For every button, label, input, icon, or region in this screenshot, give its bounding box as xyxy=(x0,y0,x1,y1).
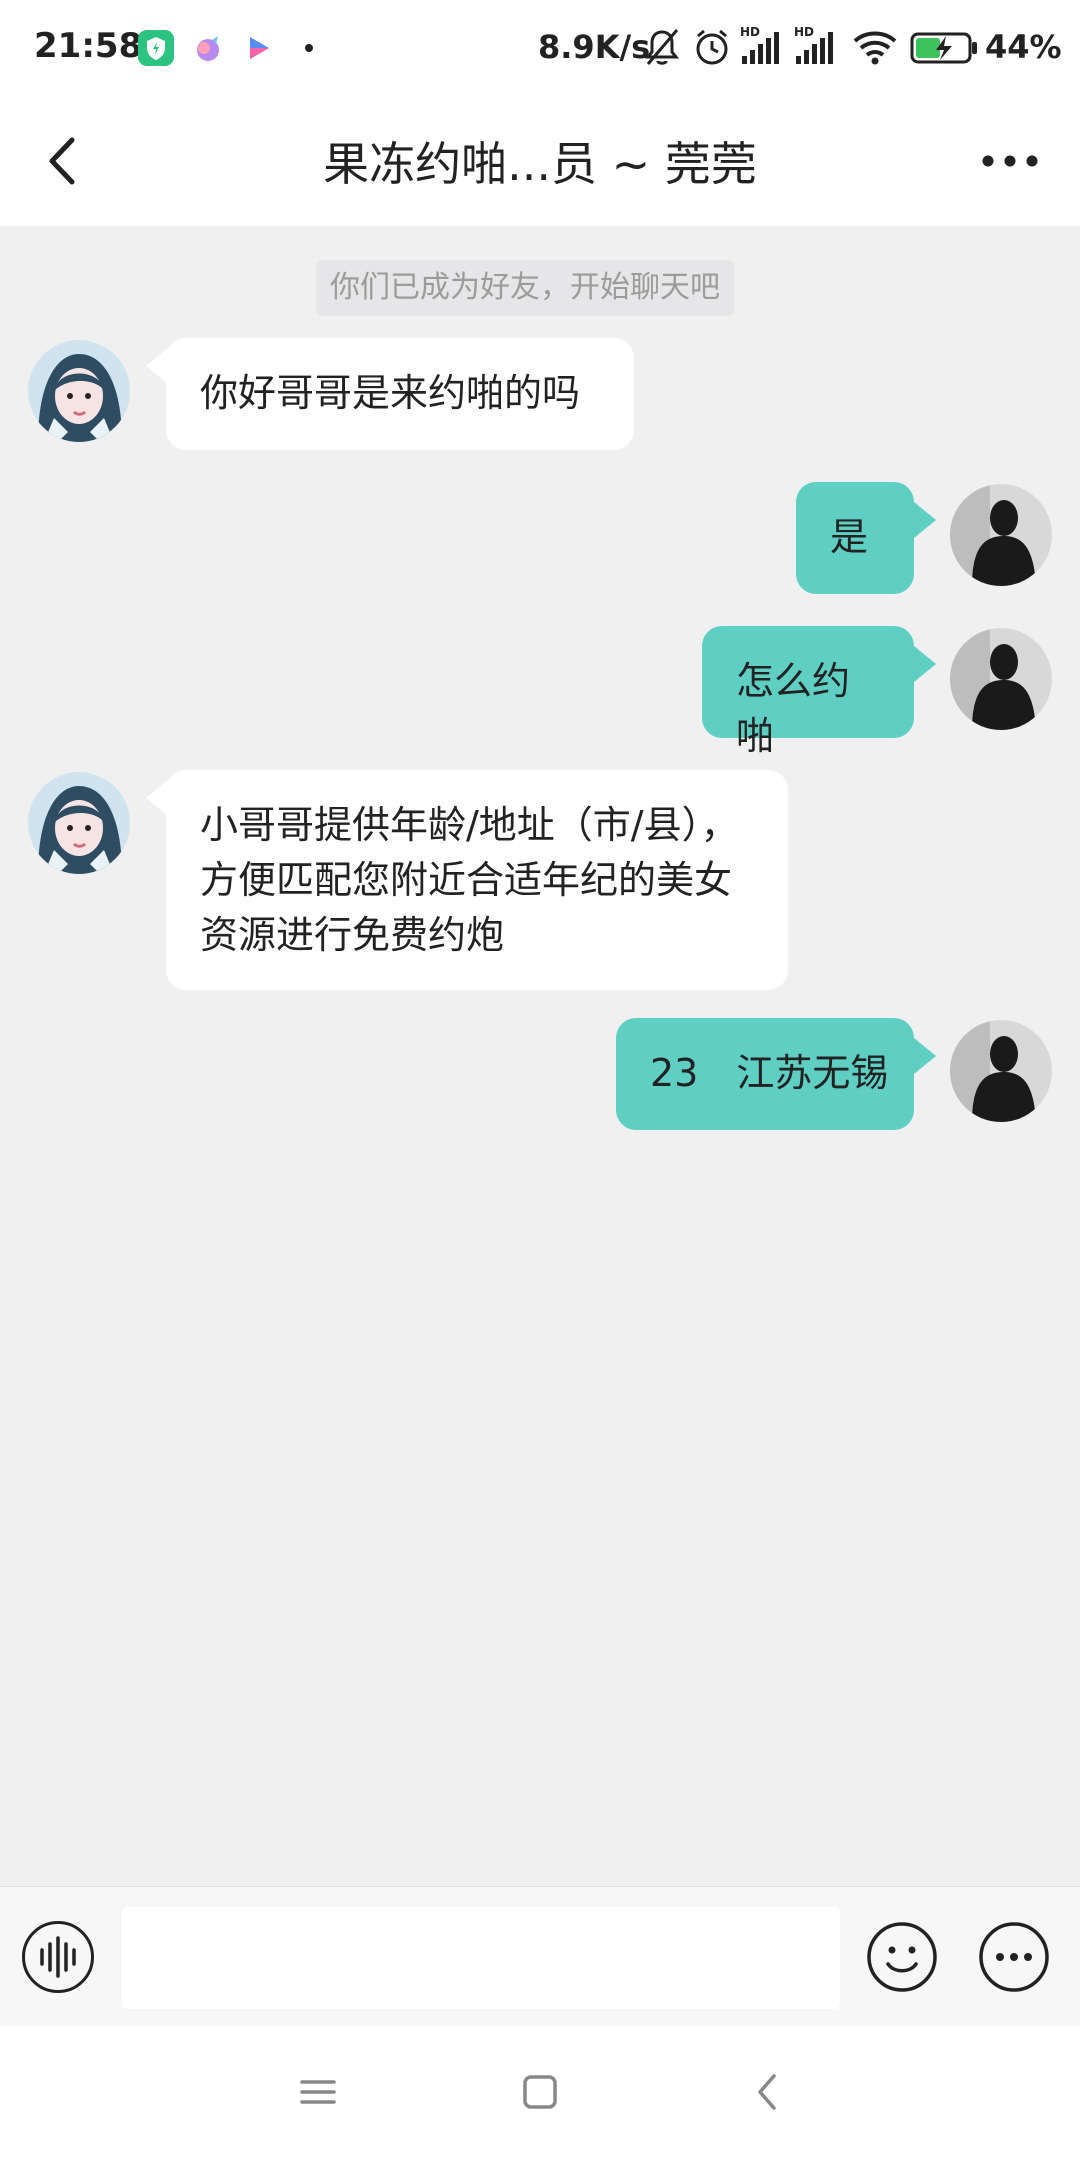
more-circle-icon xyxy=(979,1922,1049,1992)
chat-area[interactable]: 你们已成为好友，开始聊天吧 你好哥哥是来约啪的吗 是 怎么约啪 小哥哥提供年龄/… xyxy=(0,226,1080,1886)
shield-app-icon xyxy=(138,30,174,66)
my-avatar[interactable] xyxy=(950,1020,1052,1122)
wifi-icon xyxy=(852,24,898,74)
back-chevron-icon xyxy=(758,2074,776,2110)
bubble-tail xyxy=(146,780,168,816)
emoji-button[interactable] xyxy=(866,1921,938,1993)
my-avatar[interactable] xyxy=(950,628,1052,730)
bubble-tail xyxy=(914,646,936,682)
chat-header: 果冻约啪...员 ~ 莞莞 xyxy=(0,96,1080,226)
smiley-icon xyxy=(867,1922,937,1992)
more-actions-button[interactable] xyxy=(978,1921,1050,1993)
contact-avatar[interactable] xyxy=(28,772,130,874)
chevron-left-icon xyxy=(49,137,75,185)
voice-button[interactable] xyxy=(22,1921,94,1993)
system-back-button[interactable] xyxy=(740,2064,796,2120)
message-bubble-outgoing[interactable]: 怎么约啪 xyxy=(702,626,914,758)
home-square-icon xyxy=(523,2075,557,2109)
status-time: 21:58 xyxy=(34,26,143,66)
battery-charging-icon xyxy=(910,24,980,74)
recents-button[interactable] xyxy=(290,2064,346,2120)
alarm-icon xyxy=(692,24,732,74)
svg-text:HD: HD xyxy=(794,25,814,39)
more-dots-icon xyxy=(982,155,1038,167)
more-options-button[interactable] xyxy=(975,126,1045,196)
system-notice: 你们已成为好友，开始聊天吧 xyxy=(316,260,734,316)
signal-hd-icon: HD xyxy=(740,24,784,74)
home-button[interactable] xyxy=(512,2064,568,2120)
message-bubble-outgoing[interactable]: 23 江苏无锡 xyxy=(616,1018,914,1130)
message-bubble-incoming[interactable]: 小哥哥提供年龄/地址（市/县），方便匹配您附近合适年纪的美女资源进行免费约炮 xyxy=(166,770,788,990)
back-button[interactable] xyxy=(30,126,100,196)
message-bubble-incoming[interactable]: 你好哥哥是来约啪的吗 xyxy=(166,338,634,450)
contact-avatar[interactable] xyxy=(28,340,130,442)
network-speed: 8.9K/s xyxy=(538,28,651,66)
page-title: 果冻约啪...员 ~ 莞莞 xyxy=(323,137,757,191)
mute-bell-icon xyxy=(644,24,680,74)
status-bar: 21:58 8.9K/s HD HD 44% xyxy=(0,0,1080,96)
video-app-icon xyxy=(240,30,276,66)
bubble-tail xyxy=(146,348,168,384)
svg-text:HD: HD xyxy=(740,25,760,39)
system-nav-bar xyxy=(0,2026,1080,2158)
bubble-tail xyxy=(914,1038,936,1074)
my-avatar[interactable] xyxy=(950,484,1052,586)
input-bar xyxy=(0,1886,1080,2026)
voice-wave-icon xyxy=(40,1936,76,1978)
bird-app-icon xyxy=(190,30,226,66)
dot-icon xyxy=(305,44,313,52)
battery-percent: 44% xyxy=(985,28,1062,66)
bubble-tail xyxy=(914,502,936,538)
menu-lines-icon xyxy=(300,2080,336,2104)
signal-hd-icon: HD xyxy=(794,24,838,74)
message-input[interactable] xyxy=(122,1907,840,2009)
message-bubble-outgoing[interactable]: 是 xyxy=(796,482,914,594)
